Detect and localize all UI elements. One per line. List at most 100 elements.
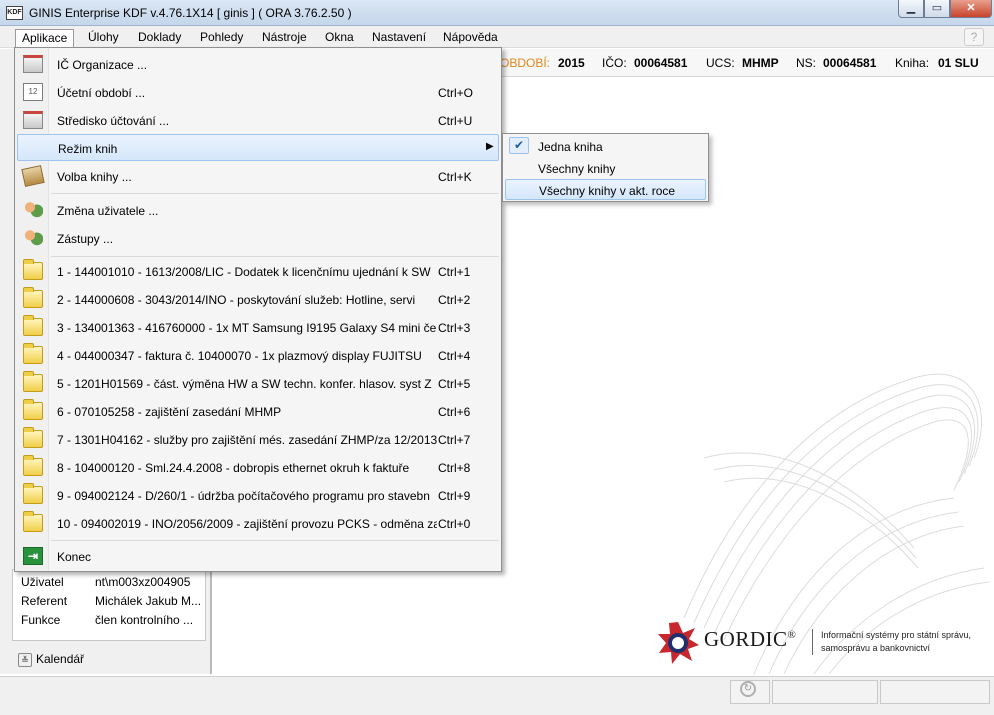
menu-bar: Aplikace Úlohy Doklady Pohledy Nástroje …: [0, 26, 994, 48]
folder-icon: [23, 483, 43, 504]
aplikace-dropdown-menu: IČ Organizace ... 12 Účetní období ... C…: [14, 47, 502, 572]
menu-item-ic-organizace[interactable]: IČ Organizace ...: [17, 51, 499, 78]
status-cell: [772, 680, 878, 704]
registered-mark: ®: [787, 629, 797, 641]
menu-nastaveni[interactable]: Nastavení: [366, 29, 432, 47]
referent-value: Michálek Jakub M...: [95, 594, 202, 608]
menu-item-shortcut: Ctrl+3: [438, 321, 471, 335]
users-icon: [23, 201, 43, 219]
calendar-panel-toggle[interactable]: ≚ Kalendář: [18, 652, 84, 667]
menu-okna[interactable]: Okna: [319, 29, 360, 47]
house-icon: [23, 55, 43, 73]
user-info-box: Uživatel nt\m003xz004905 Referent Michál…: [12, 569, 206, 641]
menu-item-label: 4 - 044000347 - faktura č. 10400070 - 1x…: [57, 349, 422, 363]
menu-item-label: Režim knih: [58, 142, 118, 156]
submenu-item-label: Všechny knihy v akt. roce: [539, 184, 676, 198]
submenu-item-label: Jedna kniha: [538, 140, 603, 154]
menu-item-recent-6[interactable]: 6 - 070105258 - zajištění zasedání MHMP …: [17, 398, 499, 425]
menu-item-label: 1 - 144001010 - 1613/2008/LIC - Dodatek …: [57, 265, 431, 279]
folder-icon: [23, 287, 43, 308]
menu-item-recent-3[interactable]: 3 - 134001363 - 416760000 - 1x MT Samsun…: [17, 314, 499, 341]
menu-item-stredisko-uctovani[interactable]: Středisko účtování ... Ctrl+U: [17, 107, 499, 134]
menu-item-label: Změna uživatele ...: [57, 204, 159, 218]
menu-item-zmena-uzivatele[interactable]: Změna uživatele ...: [17, 197, 499, 224]
menu-item-label: 7 - 1301H04162 - služby pro zajištění mé…: [57, 433, 437, 447]
gordic-logo: [658, 622, 699, 664]
menu-item-label: Konec: [57, 550, 92, 564]
help-icon[interactable]: ?: [964, 28, 984, 46]
submenu-item-vsechny-knihy-akt-roce[interactable]: Všechny knihy v akt. roce: [505, 179, 706, 200]
app-icon: KDF: [6, 6, 23, 20]
menu-item-shortcut: Ctrl+5: [438, 377, 471, 391]
gordic-tagline: Informační systémy pro státní správu, sa…: [812, 629, 982, 655]
menu-item-recent-2[interactable]: 2 - 144000608 - 3043/2014/INO - poskytov…: [17, 286, 499, 313]
menu-item-shortcut: Ctrl+9: [438, 489, 471, 503]
status-cell: [880, 680, 990, 704]
menu-item-shortcut: Ctrl+4: [438, 349, 471, 363]
menu-item-recent-8[interactable]: 8 - 104000120 - Sml.24.4.2008 - dobropis…: [17, 454, 499, 481]
menu-item-konec[interactable]: ⇥ Konec: [17, 543, 499, 570]
menu-item-label: Zástupy ...: [57, 232, 114, 246]
folder-icon: [23, 427, 43, 448]
menu-separator: [51, 256, 499, 257]
menu-separator: [51, 540, 499, 541]
book-icon: [21, 165, 45, 187]
menu-item-zastupy[interactable]: Zástupy ...: [17, 225, 499, 252]
menu-item-shortcut: Ctrl+O: [438, 86, 474, 100]
menu-pohledy[interactable]: Pohledy: [194, 29, 249, 47]
ucs-value: MHMP: [742, 56, 779, 70]
submenu-item-jedna-kniha[interactable]: ✔ Jedna kniha: [505, 136, 706, 157]
folder-icon: [23, 399, 43, 420]
submenu-item-vsechny-knihy[interactable]: Všechny knihy: [505, 158, 706, 179]
minimize-button[interactable]: ▁: [898, 0, 924, 18]
menu-item-shortcut: Ctrl+2: [438, 293, 471, 307]
rezim-knih-submenu: ✔ Jedna kniha Všechny knihy Všechny knih…: [502, 133, 709, 202]
menu-item-recent-5[interactable]: 5 - 1201H01569 - část. výměna HW a SW te…: [17, 370, 499, 397]
menu-nastroje[interactable]: Nástroje: [256, 29, 313, 47]
menu-item-recent-7[interactable]: 7 - 1301H04162 - služby pro zajištění mé…: [17, 426, 499, 453]
menu-item-label: 3 - 134001363 - 416760000 - 1x MT Samsun…: [57, 321, 437, 335]
menu-napoveda[interactable]: Nápověda: [437, 29, 504, 47]
folder-icon: [23, 455, 43, 476]
folder-icon: [23, 343, 43, 364]
menu-item-label: 8 - 104000120 - Sml.24.4.2008 - dobropis…: [57, 461, 410, 475]
menu-item-label: 6 - 070105258 - zajištění zasedání MHMP: [57, 405, 282, 419]
title-bar: KDF GINIS Enterprise KDF v.4.76.1X14 [ g…: [0, 0, 994, 26]
menu-item-shortcut: Ctrl+K: [438, 170, 472, 184]
maximize-button[interactable]: ▭: [924, 0, 950, 18]
menu-item-shortcut: Ctrl+U: [438, 114, 473, 128]
book-value: 01 SLU: [938, 56, 979, 70]
menu-doklady[interactable]: Doklady: [132, 29, 187, 47]
menu-item-recent-9[interactable]: 9 - 094002124 - D/260/1 - údržba počítač…: [17, 482, 499, 509]
ico-label: IČO:: [602, 56, 627, 70]
folder-icon: [23, 511, 43, 532]
menu-item-recent-4[interactable]: 4 - 044000347 - faktura č. 10400070 - 1x…: [17, 342, 499, 369]
period-value: 2015: [558, 56, 585, 70]
menu-item-label: Účetní období ...: [57, 86, 146, 100]
submenu-item-label: Všechny knihy: [538, 162, 616, 176]
close-button[interactable]: ✕: [950, 0, 992, 18]
tagline-line-1: Informační systémy pro státní správu,: [821, 630, 972, 640]
menu-ulohy[interactable]: Úlohy: [82, 29, 125, 47]
menu-item-ucetni-obdobi[interactable]: 12 Účetní období ... Ctrl+O: [17, 79, 499, 106]
gordic-brand-name: GORDIC®: [704, 627, 796, 652]
menu-item-label: IČ Organizace ...: [57, 58, 148, 72]
exit-icon: ⇥: [23, 547, 43, 565]
calendar-label: Kalendář: [36, 652, 85, 666]
menu-item-recent-10[interactable]: 10 - 094002019 - INO/2056/2009 - zajiště…: [17, 510, 499, 537]
menu-item-label: 2 - 144000608 - 3043/2014/INO - poskytov…: [57, 293, 416, 307]
menu-item-rezim-knih[interactable]: Režim knih ▶: [17, 134, 499, 161]
period-label: OBDOBÍ:: [500, 56, 551, 70]
menu-item-volba-knihy[interactable]: Volba knihy ... Ctrl+K: [17, 163, 499, 190]
referent-label: Referent: [21, 594, 68, 608]
menu-item-recent-1[interactable]: 1 - 144001010 - 1613/2008/LIC - Dodatek …: [17, 258, 499, 285]
status-bar: [0, 676, 994, 715]
user-icon: [23, 229, 43, 247]
user-value: nt\m003xz004905: [95, 575, 191, 589]
menu-aplikace[interactable]: Aplikace: [15, 29, 75, 47]
ns-label: NS:: [796, 56, 817, 70]
menu-separator: [51, 193, 499, 194]
user-label: Uživatel: [21, 575, 64, 589]
ns-value: 00064581: [823, 56, 877, 70]
submenu-arrow-icon: ▶: [486, 141, 494, 152]
